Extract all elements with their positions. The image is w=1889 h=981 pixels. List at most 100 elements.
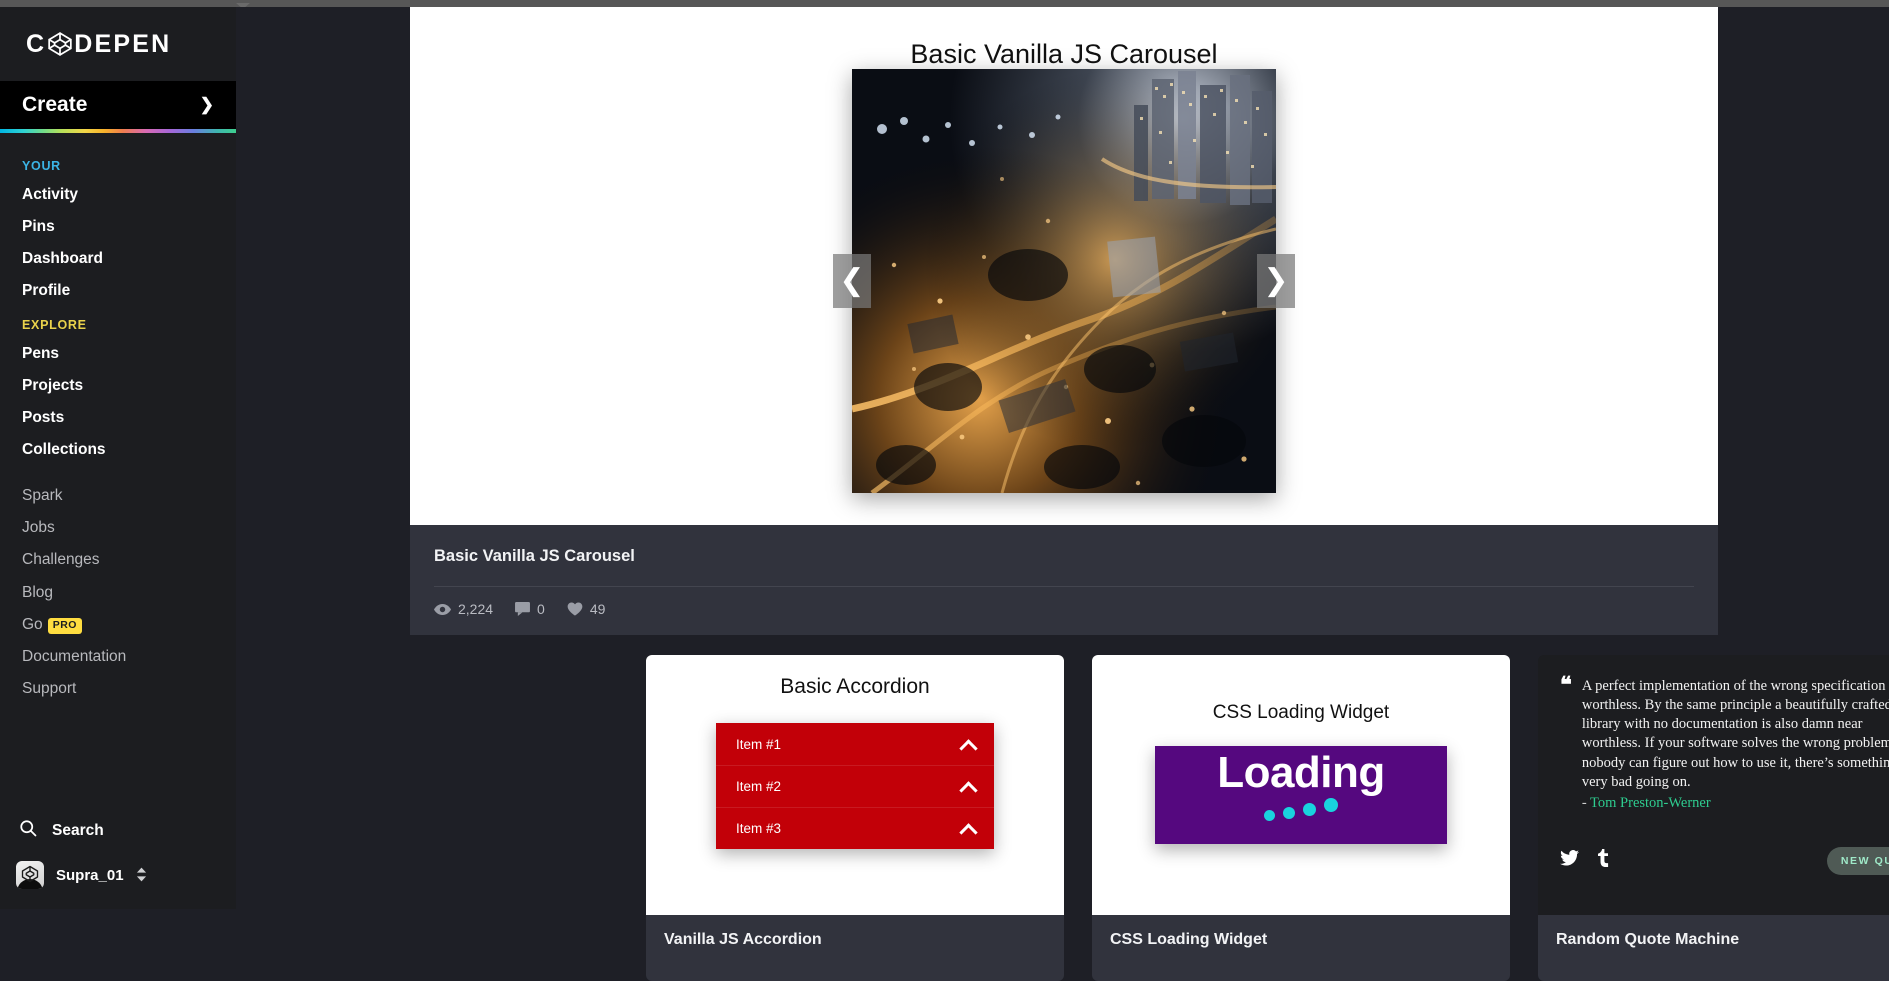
sidebar-item-blog[interactable]: Blog [0,577,236,609]
comment-icon [515,602,531,616]
featured-pen-card: Basic Vanilla JS Carousel ❮ ❯ Basic Vani… [410,7,1718,635]
loading-text: Loading [1217,748,1385,797]
quote-card-footer: Random Quote Machine [1538,915,1889,981]
loading-card-title[interactable]: CSS Loading Widget [1110,931,1492,949]
brand-logo-text-right: DEPEN [74,29,172,58]
sidebar-item-go-pro-label: Go [22,615,43,633]
codepen-logo-icon [47,31,73,57]
sidebar-item-profile[interactable]: Profile [0,275,236,307]
sidebar-item-jobs[interactable]: Jobs [0,512,236,544]
sidebar-item-spark[interactable]: Spark [0,480,236,512]
quote-author: Tom Preston-Werner [1590,794,1711,811]
nav-heading-your: YOUR [22,159,61,173]
quote-card-title[interactable]: Random Quote Machine [1556,931,1889,949]
carousel-image [852,69,1276,493]
chevron-right-icon: ❯ [199,95,214,114]
quote-actions: NEW QUOTE [1560,846,1889,875]
quote-preview[interactable]: ❝ A perfect implementation of the wrong … [1538,655,1889,915]
sidebar-footer: Search Supra_01 [0,808,236,909]
up-down-chevron-icon [136,867,147,884]
loves-count: 49 [589,601,606,617]
main-content: Basic Vanilla JS Carousel ❮ ❯ Basic Vani… [236,7,1889,981]
page-root: C DEPEN Create ❯ YOUR Activity Pins Dash… [0,7,1889,981]
accordion-item-3-label: Item #3 [736,821,782,836]
divider [434,586,1694,587]
pen-card-accordion: Basic Accordion Item #1 Item #2 Item #3 [646,655,1064,981]
views-stat: 2,224 [434,601,493,617]
featured-pen-preview[interactable]: Basic Vanilla JS Carousel ❮ ❯ [410,7,1718,525]
loves-stat: 49 [567,601,606,617]
carousel-next-button[interactable]: ❯ [1257,254,1295,308]
accordion-card-footer: Vanilla JS Accordion [646,915,1064,981]
brand-logo[interactable]: C DEPEN [0,7,236,81]
avatar [16,861,44,889]
sidebar-item-documentation[interactable]: Documentation [0,641,236,673]
new-quote-button[interactable]: NEW QUOTE [1826,846,1889,875]
featured-pen-title[interactable]: Basic Vanilla JS Carousel [434,547,1694,566]
comments-count: 0 [537,601,545,617]
quote-author-line: - Tom Preston-Werner [1582,794,1889,813]
sidebar-item-pens[interactable]: Pens [0,338,236,370]
loading-dots-icon [1264,798,1338,822]
heart-icon [567,602,583,616]
featured-pen-info: Basic Vanilla JS Carousel 2,224 0 49 [410,525,1718,635]
loading-widget: Loading [1155,746,1447,844]
chevron-up-icon [962,740,976,749]
search-button[interactable]: Search [0,808,236,853]
window-top-chrome [0,0,1889,9]
sidebar-item-activity[interactable]: Activity [0,179,236,211]
pro-badge: PRO [47,617,82,635]
sidebar-item-challenges[interactable]: Challenges [0,544,236,576]
tumblr-icon[interactable] [1597,849,1610,872]
user-menu[interactable]: Supra_01 [0,853,236,899]
featured-pen-stats: 2,224 0 49 [434,601,1694,617]
accordion-item-2[interactable]: Item #2 [716,765,994,807]
views-count: 2,224 [458,601,494,617]
sidebar-item-posts[interactable]: Posts [0,402,236,434]
accordion-preview[interactable]: Basic Accordion Item #1 Item #2 Item #3 [646,655,1064,915]
quote-text-wrap: A perfect implementation of the wrong sp… [1582,677,1889,813]
chevron-up-icon [962,824,976,833]
preview-title: Basic Vanilla JS Carousel [910,39,1218,69]
loading-preview-title: CSS Loading Widget [1212,702,1390,723]
sidebar-item-collections[interactable]: Collections [0,434,236,466]
search-icon [18,818,38,843]
accordion-item-3[interactable]: Item #3 [716,807,994,849]
accordion-card-title[interactable]: Vanilla JS Accordion [664,931,1046,949]
sidebar-item-dashboard[interactable]: Dashboard [0,243,236,275]
accordion-item-1-label: Item #1 [736,736,782,752]
create-button[interactable]: Create ❯ [0,81,236,129]
sidebar-item-go-pro[interactable]: Go PRO [0,609,236,641]
quote-author-dash: - [1581,794,1591,811]
quote-share-group [1560,849,1610,872]
pen-card-loading: CSS Loading Widget Loading CSS Loading W… [1092,655,1510,981]
search-label: Search [52,821,104,839]
accordion-item-2-label: Item #2 [736,779,782,794]
accordion-item-1[interactable]: Item #1 [716,723,994,765]
chevron-up-icon [962,782,976,791]
quote-block: ❝ A perfect implementation of the wrong … [1560,672,1889,813]
twitter-icon[interactable] [1560,850,1579,871]
accordion-preview-title: Basic Accordion [780,675,930,698]
quote-text: A perfect implementation of the wrong sp… [1581,678,1889,790]
accordion: Item #1 Item #2 Item #3 [716,723,994,849]
comments-stat: 0 [515,601,545,617]
pen-card-quote: ❝ A perfect implementation of the wrong … [1538,655,1889,981]
brand-logo-text-left: C [26,29,47,58]
sidebar-item-projects[interactable]: Projects [0,370,236,402]
nav-heading-explore: EXPLORE [22,317,87,332]
sidebar: C DEPEN Create ❯ YOUR Activity Pins Dash… [0,7,236,909]
pen-card-row: Basic Accordion Item #1 Item #2 Item #3 [646,655,1889,981]
carousel[interactable]: ❮ ❯ [833,69,1295,493]
sidebar-nav: YOUR Activity Pins Dashboard Profile EXP… [0,133,236,705]
carousel-prev-button[interactable]: ❮ [833,254,871,308]
loading-preview[interactable]: CSS Loading Widget Loading [1092,655,1510,915]
sidebar-item-support[interactable]: Support [0,673,236,705]
create-button-label: Create [22,93,88,116]
loading-card-footer: CSS Loading Widget [1092,915,1510,981]
sidebar-item-pins[interactable]: Pins [0,211,236,243]
user-name: Supra_01 [56,866,124,884]
quote-open-icon: ❝ [1560,672,1572,698]
eye-icon [434,603,451,616]
